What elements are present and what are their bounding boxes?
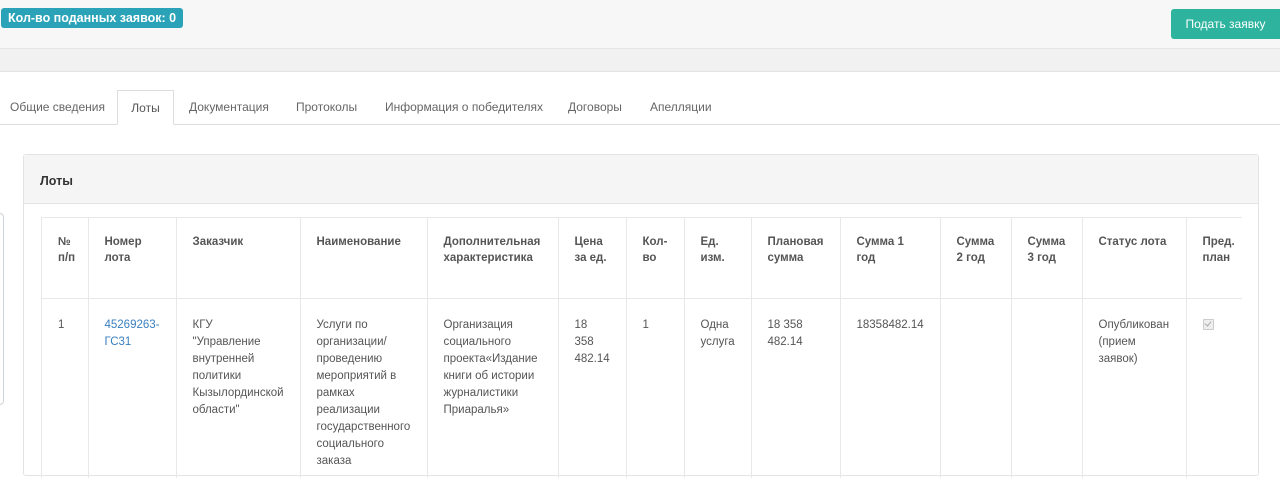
column-header-prev-plan[interactable]: Пред. план xyxy=(1186,218,1242,299)
column-header-qty[interactable]: Кол-во xyxy=(626,218,685,299)
column-header-extra[interactable]: Дополнительная характеристика xyxy=(427,218,559,299)
lots-panel-title: Лоты xyxy=(40,174,73,188)
tab-lots[interactable]: Лоты xyxy=(117,90,174,125)
cell-extra: Организация социального проекта«Издание … xyxy=(427,298,559,478)
tab-general-info[interactable]: Общие сведения xyxy=(10,90,105,124)
cell-unit-price: 18 358 482.14 xyxy=(558,298,627,478)
cell-unit: Одна услуга xyxy=(684,298,752,478)
cell-planned-sum: 18 358 482.14 xyxy=(751,298,841,478)
cell-lot-number: 45269263-ГС31 xyxy=(88,298,177,478)
column-header-status[interactable]: Статус лота xyxy=(1082,218,1187,299)
cell-status: Опубликован (прием заявок) xyxy=(1082,298,1187,478)
table-header-row: № п/п Номер лота Заказчик Наименование Д… xyxy=(42,218,1242,299)
column-header-unit-price[interactable]: Цена за ед. xyxy=(558,218,627,299)
cell-name: Услуги по организации/ проведению меропр… xyxy=(300,298,428,478)
column-header-planned-sum[interactable]: Плановая сумма xyxy=(751,218,841,299)
cell-num: 1 xyxy=(42,298,89,478)
column-header-sum-year3[interactable]: Сумма 3 год xyxy=(1011,218,1083,299)
side-scroll-edge[interactable] xyxy=(0,213,4,405)
column-header-name[interactable]: Наименование xyxy=(300,218,428,299)
lots-panel-header xyxy=(24,155,1258,204)
column-header-lot-number[interactable]: Номер лота xyxy=(88,218,177,299)
prev-plan-checkbox xyxy=(1202,318,1214,330)
tab-documentation[interactable]: Документация xyxy=(189,90,269,124)
cell-sum-year1: 18358482.14 xyxy=(840,298,941,478)
tab-appeals[interactable]: Апелляции xyxy=(650,90,712,124)
cell-customer: КГУ "Управление внутренней политики Кызы… xyxy=(176,298,301,478)
tab-contracts[interactable]: Договоры xyxy=(568,90,622,124)
lots-panel: Лоты № п/п Номер лота Заказчик Наименова… xyxy=(23,154,1259,478)
lots-table: № п/п Номер лота Заказчик Наименование Д… xyxy=(42,218,1242,478)
header-band xyxy=(0,49,1280,72)
cell-qty: 1 xyxy=(626,298,685,478)
table-row: 1 45269263-ГС31 КГУ "Управление внутренн… xyxy=(42,298,1242,478)
lot-number-link[interactable]: 45269263-ГС31 xyxy=(105,319,160,348)
applications-count-badge: Кол-во поданных заявок: 0 xyxy=(1,8,184,28)
column-header-num[interactable]: № п/п xyxy=(42,218,89,299)
cell-prev-plan xyxy=(1186,298,1242,478)
column-header-unit[interactable]: Ед. изм. xyxy=(684,218,752,299)
cell-sum-year3 xyxy=(1011,298,1083,478)
column-header-sum-year1[interactable]: Сумма 1 год xyxy=(840,218,941,299)
top-bar: Кол-во поданных заявок: 0 Подать заявку xyxy=(0,0,1280,49)
tab-bar: Общие сведения Лоты Документация Протоко… xyxy=(0,90,1280,125)
cell-sum-year2 xyxy=(940,298,1012,478)
tab-winners-info[interactable]: Информация о победителях xyxy=(385,90,543,124)
tab-protocols[interactable]: Протоколы xyxy=(296,90,357,124)
column-header-customer[interactable]: Заказчик xyxy=(176,218,301,299)
submit-application-button[interactable]: Подать заявку xyxy=(1171,9,1280,39)
lots-table-container[interactable]: № п/п Номер лота Заказчик Наименование Д… xyxy=(41,217,1242,478)
column-header-sum-year2[interactable]: Сумма 2 год xyxy=(940,218,1012,299)
